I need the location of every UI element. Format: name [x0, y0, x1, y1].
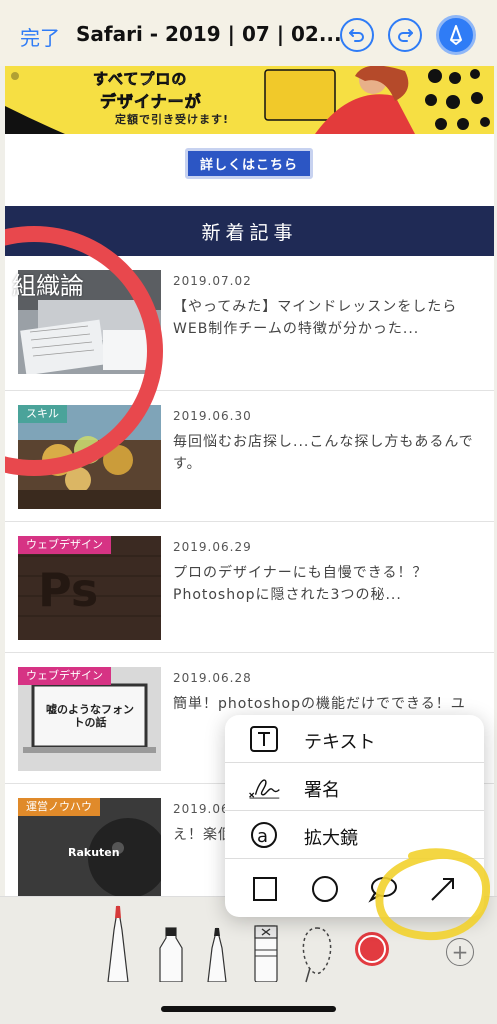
magnifier-icon: a	[247, 820, 281, 850]
details-button[interactable]: 詳しくはこちら	[185, 148, 313, 179]
ad-banner[interactable]: すべてプロの デザイナーが 定額で引き受けます!	[5, 66, 494, 134]
add-icon[interactable]: +	[446, 938, 474, 966]
section-heading: 新着記事	[5, 206, 494, 256]
undo-button[interactable]	[340, 18, 374, 52]
square-shape-icon[interactable]	[249, 873, 281, 905]
text-box-icon	[247, 724, 281, 754]
done-button[interactable]: 完了	[20, 22, 60, 51]
document-title: Safari - 2019 | 07 | 02...	[76, 22, 342, 46]
svg-text:Ps: Ps	[38, 563, 98, 617]
article-title: 毎回悩むお店探し...こんな探し方もあるんです。	[173, 434, 474, 472]
banner-line-2: デザイナーが	[100, 92, 202, 112]
banner-decoration	[5, 72, 65, 134]
article-date: 2019.06.28	[173, 671, 252, 685]
article-date: 2019.06.30	[173, 409, 252, 423]
text-annotation[interactable]: 組織論	[12, 266, 84, 301]
menu-item-text[interactable]: テキスト	[225, 715, 484, 763]
category-badge: スキル	[18, 405, 67, 423]
redo-button[interactable]	[388, 18, 422, 52]
pencil-tool-icon[interactable]	[204, 926, 230, 982]
arrow-icon[interactable]	[427, 873, 459, 905]
marker-tool-icon[interactable]	[156, 926, 186, 982]
category-badge: 運営ノウハウ	[18, 798, 100, 816]
banner-illustration	[255, 66, 494, 134]
banner-line-1: すべてプロの	[93, 70, 188, 89]
category-badge: ウェブデザイン	[18, 667, 111, 685]
redo-icon	[398, 29, 413, 42]
article-title: プロのデザイナーにも自慢できる！？Photoshopに隠された3つの秘...	[173, 565, 428, 603]
signature-icon	[247, 772, 281, 802]
menu-item-label: テキスト	[304, 732, 376, 753]
undo-icon	[349, 29, 364, 42]
speech-bubble-icon[interactable]	[367, 873, 399, 905]
svg-text:a: a	[257, 826, 268, 847]
menu-item-label: 拡大鏡	[304, 828, 358, 849]
article-date: 2019.06.29	[173, 540, 252, 554]
lasso-tool-icon[interactable]	[298, 924, 336, 984]
pen-tool-icon[interactable]	[104, 904, 132, 982]
menu-item-magnifier[interactable]: a 拡大鏡	[225, 811, 484, 859]
menu-item-signature[interactable]: 署名	[225, 763, 484, 811]
article-title: 簡単！photoshopの機能だけでできる！ユ	[173, 696, 466, 712]
markup-add-menu: テキスト 署名 a 拡大鏡	[225, 715, 484, 917]
article-date: 2019.07.02	[173, 274, 252, 288]
article-title: 【やってみた】マインドレッスンをしたらWEB制作チームの特徴が分かった...	[173, 299, 458, 337]
markup-pen-icon	[450, 25, 462, 45]
shapes-row	[225, 861, 484, 917]
thumbnail-title: 嘘のようなフォントの話	[46, 703, 134, 729]
article-item[interactable]: Ps ウェブデザイン 2019.06.29 プロのデザイナーにも自慢できる！？P…	[5, 522, 494, 653]
color-picker-icon[interactable]	[355, 932, 389, 966]
banner-line-3: 定額で引き受けます!	[115, 113, 230, 126]
menu-item-label: 署名	[304, 780, 340, 801]
circle-shape-icon[interactable]	[309, 873, 341, 905]
article-item[interactable]: スキル 2019.06.30 毎回悩むお店探し...こんな探し方もあるんです。	[5, 391, 494, 522]
thumbnail-brand: Rakuten	[68, 846, 120, 859]
home-indicator[interactable]	[161, 1006, 336, 1012]
article-date: 2019.06	[173, 802, 230, 816]
eraser-tool-icon[interactable]	[252, 924, 280, 982]
markup-toggle-button[interactable]	[436, 15, 476, 55]
markup-header: 完了 Safari - 2019 | 07 | 02...	[0, 0, 497, 66]
category-badge: ウェブデザイン	[18, 536, 111, 554]
